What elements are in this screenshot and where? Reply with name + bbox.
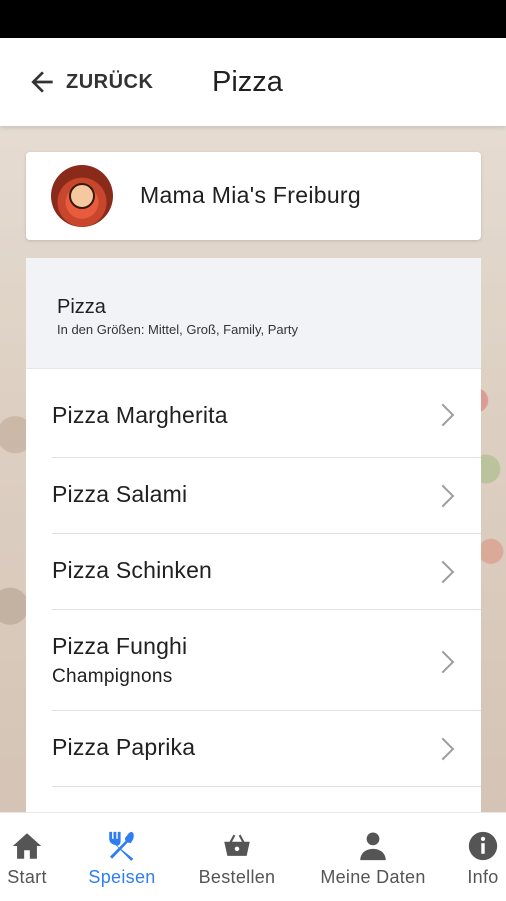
bottom-tab-bar: Start Speisen Bestellen Meine Daten Info (0, 812, 506, 901)
item-label: Pizza Margherita (52, 402, 228, 428)
chevron-right-icon (431, 650, 455, 674)
chevron-right-icon (431, 560, 455, 584)
tab-label: Bestellen (198, 867, 276, 887)
list-item[interactable]: Pizza Paprika (52, 711, 481, 787)
tab-bestellen[interactable]: Bestellen (194, 813, 280, 901)
tab-meine-daten[interactable]: Meine Daten (314, 813, 432, 901)
back-label: ZURÜCK (66, 70, 154, 93)
info-icon (468, 831, 498, 861)
menu-list: Pizza In den Größen: Mittel, Groß, Famil… (26, 258, 481, 812)
chevron-right-icon (431, 737, 455, 761)
tab-label: Meine Daten (320, 867, 426, 887)
tab-label: Speisen (88, 867, 156, 887)
page-title: Pizza (212, 66, 283, 98)
person-icon (360, 832, 386, 861)
tab-info[interactable]: Info (462, 813, 504, 901)
chevron-right-icon (431, 403, 455, 427)
list-item[interactable]: Pizza Funghi Champignons (52, 610, 481, 711)
basket-icon (224, 834, 250, 856)
status-bar (0, 0, 506, 38)
category-header: Pizza In den Größen: Mittel, Groß, Famil… (26, 258, 481, 369)
item-label: Pizza Salami (52, 481, 188, 507)
chevron-right-icon (431, 484, 455, 508)
tab-label: Start (7, 867, 47, 887)
arrow-left-icon (31, 71, 53, 93)
category-title: Pizza (57, 296, 106, 318)
tab-start[interactable]: Start (2, 813, 52, 901)
list-item[interactable]: Pizza Margherita (52, 369, 481, 458)
item-sublabel: Champignons (52, 666, 173, 687)
item-label: Pizza Paprika (52, 734, 196, 760)
list-item[interactable]: Pizza Schinken (52, 534, 481, 610)
back-button[interactable]: ZURÜCK (26, 64, 153, 100)
tab-label: Info (467, 867, 499, 887)
app-bar: ZURÜCK Pizza (0, 38, 506, 126)
content-area[interactable]: Mama Mia's Freiburg Pizza In den Größen:… (0, 126, 506, 812)
cutlery-icon (109, 831, 134, 861)
restaurant-card[interactable]: Mama Mia's Freiburg (26, 152, 481, 240)
tab-speisen[interactable]: Speisen (84, 813, 160, 901)
list-item[interactable]: Pizza Salami (52, 458, 481, 534)
restaurant-logo (51, 165, 113, 227)
item-label: Pizza Schinken (52, 557, 213, 583)
category-subtitle: In den Größen: Mittel, Groß, Family, Par… (57, 322, 299, 337)
home-icon (12, 833, 42, 859)
item-label: Pizza Funghi (52, 633, 188, 659)
restaurant-name: Mama Mia's Freiburg (140, 182, 361, 208)
